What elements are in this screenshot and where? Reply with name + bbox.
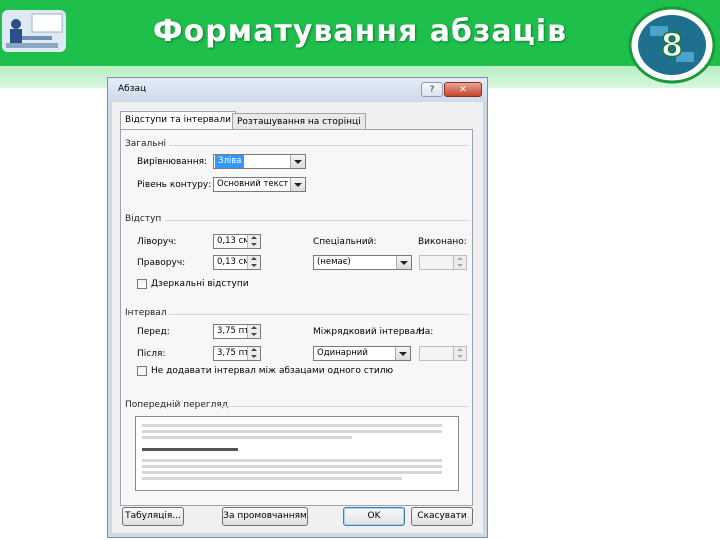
spacing-after-input[interactable]: 3,75 пт: [213, 346, 261, 361]
cancel-button[interactable]: Скасувати: [411, 507, 473, 526]
spin-arrows-icon[interactable]: [247, 235, 260, 248]
preview-line: [142, 465, 442, 468]
mirror-indents-checkbox[interactable]: [137, 279, 147, 289]
line-spacing-label: Міжрядковий інтервал:: [313, 327, 425, 337]
preview-line: [142, 424, 442, 427]
preview-line: [142, 459, 442, 462]
close-button[interactable]: ✕: [444, 82, 482, 97]
indent-heading: Відступ: [125, 214, 162, 224]
no-space-same-style-label: Не додавати інтервал між абзацами одного…: [151, 366, 394, 376]
slide-title: Форматування абзаців: [152, 14, 568, 49]
indent-left-input[interactable]: 0,13 см: [213, 234, 261, 249]
indent-divider: [165, 220, 469, 221]
special-select[interactable]: (немає): [313, 255, 412, 270]
preview-line: [142, 430, 442, 433]
line-spacing-value: Одинарний: [317, 348, 368, 358]
spin-arrows-icon[interactable]: [247, 347, 260, 360]
at-input[interactable]: [419, 346, 467, 361]
tabs-button[interactable]: Табуляція...: [122, 507, 184, 526]
tab-line-page-breaks[interactable]: Розташування на сторінці: [232, 113, 366, 130]
mirror-indents-label: Дзеркальні відступи: [151, 279, 249, 289]
indent-left-value: 0,13 см: [217, 236, 250, 246]
preview-heading: Попередній перегляд: [125, 400, 229, 410]
spin-arrows-icon[interactable]: [247, 325, 260, 338]
chevron-down-icon[interactable]: [290, 178, 305, 191]
badge-number: 8: [661, 26, 683, 64]
preview-sample-line: [142, 448, 238, 451]
general-divider: [169, 145, 469, 146]
indent-right-label: Праворуч:: [137, 258, 186, 268]
spin-arrows-icon[interactable]: [247, 256, 260, 269]
spacing-before-label: Перед:: [137, 327, 170, 337]
chevron-down-icon[interactable]: [396, 256, 411, 269]
special-value: (немає): [317, 257, 351, 267]
indent-left-label: Ліворуч:: [137, 237, 177, 247]
preview-line: [142, 477, 402, 480]
dialog-title: Абзац: [118, 84, 147, 94]
outline-level-label: Рівень контуру:: [137, 180, 212, 190]
preview-line: [142, 471, 442, 474]
chevron-down-icon[interactable]: [395, 347, 410, 360]
preview-box: [135, 416, 459, 491]
dialog-titlebar[interactable]: Абзац ? ✕: [108, 78, 487, 102]
paragraph-dialog: Абзац ? ✕ Відступи та інтервали Розташув…: [107, 77, 488, 538]
alignment-value: Зліва: [215, 155, 245, 168]
spin-arrows-icon[interactable]: [453, 256, 466, 269]
spacing-divider: [169, 314, 469, 315]
indent-right-input[interactable]: 0,13 см: [213, 255, 261, 270]
tab-indents-spacing[interactable]: Відступи та інтервали: [120, 111, 236, 130]
general-heading: Загальні: [125, 139, 166, 149]
by-label: Виконано:: [418, 237, 467, 247]
spacing-before-value: 3,75 пт: [217, 326, 250, 336]
outline-level-select[interactable]: Основний текст: [213, 177, 306, 192]
preview-divider: [217, 406, 469, 407]
grade-8-badge: 8: [628, 6, 716, 84]
spacing-after-value: 3,75 пт: [217, 348, 250, 358]
indent-right-value: 0,13 см: [217, 257, 250, 267]
no-space-same-style-checkbox[interactable]: [137, 366, 147, 376]
by-input[interactable]: [419, 255, 467, 270]
spacing-after-label: Після:: [137, 349, 166, 359]
spacing-heading: Інтервал: [125, 308, 167, 318]
alignment-select[interactable]: Зліва: [213, 154, 306, 169]
preview-line: [142, 436, 352, 439]
chevron-down-icon[interactable]: [290, 155, 305, 168]
help-button[interactable]: ?: [421, 82, 443, 97]
at-label: На:: [418, 327, 434, 337]
outline-level-value: Основний текст: [217, 179, 289, 189]
special-label: Спеціальний:: [313, 237, 377, 247]
alignment-label: Вирівнювання:: [137, 157, 208, 167]
line-spacing-select[interactable]: Одинарний: [313, 346, 411, 361]
set-as-default-button[interactable]: За промовчанням: [222, 507, 308, 526]
ok-button[interactable]: OK: [343, 507, 405, 526]
spacing-before-input[interactable]: 3,75 пт: [213, 324, 261, 339]
spin-arrows-icon[interactable]: [453, 347, 466, 360]
